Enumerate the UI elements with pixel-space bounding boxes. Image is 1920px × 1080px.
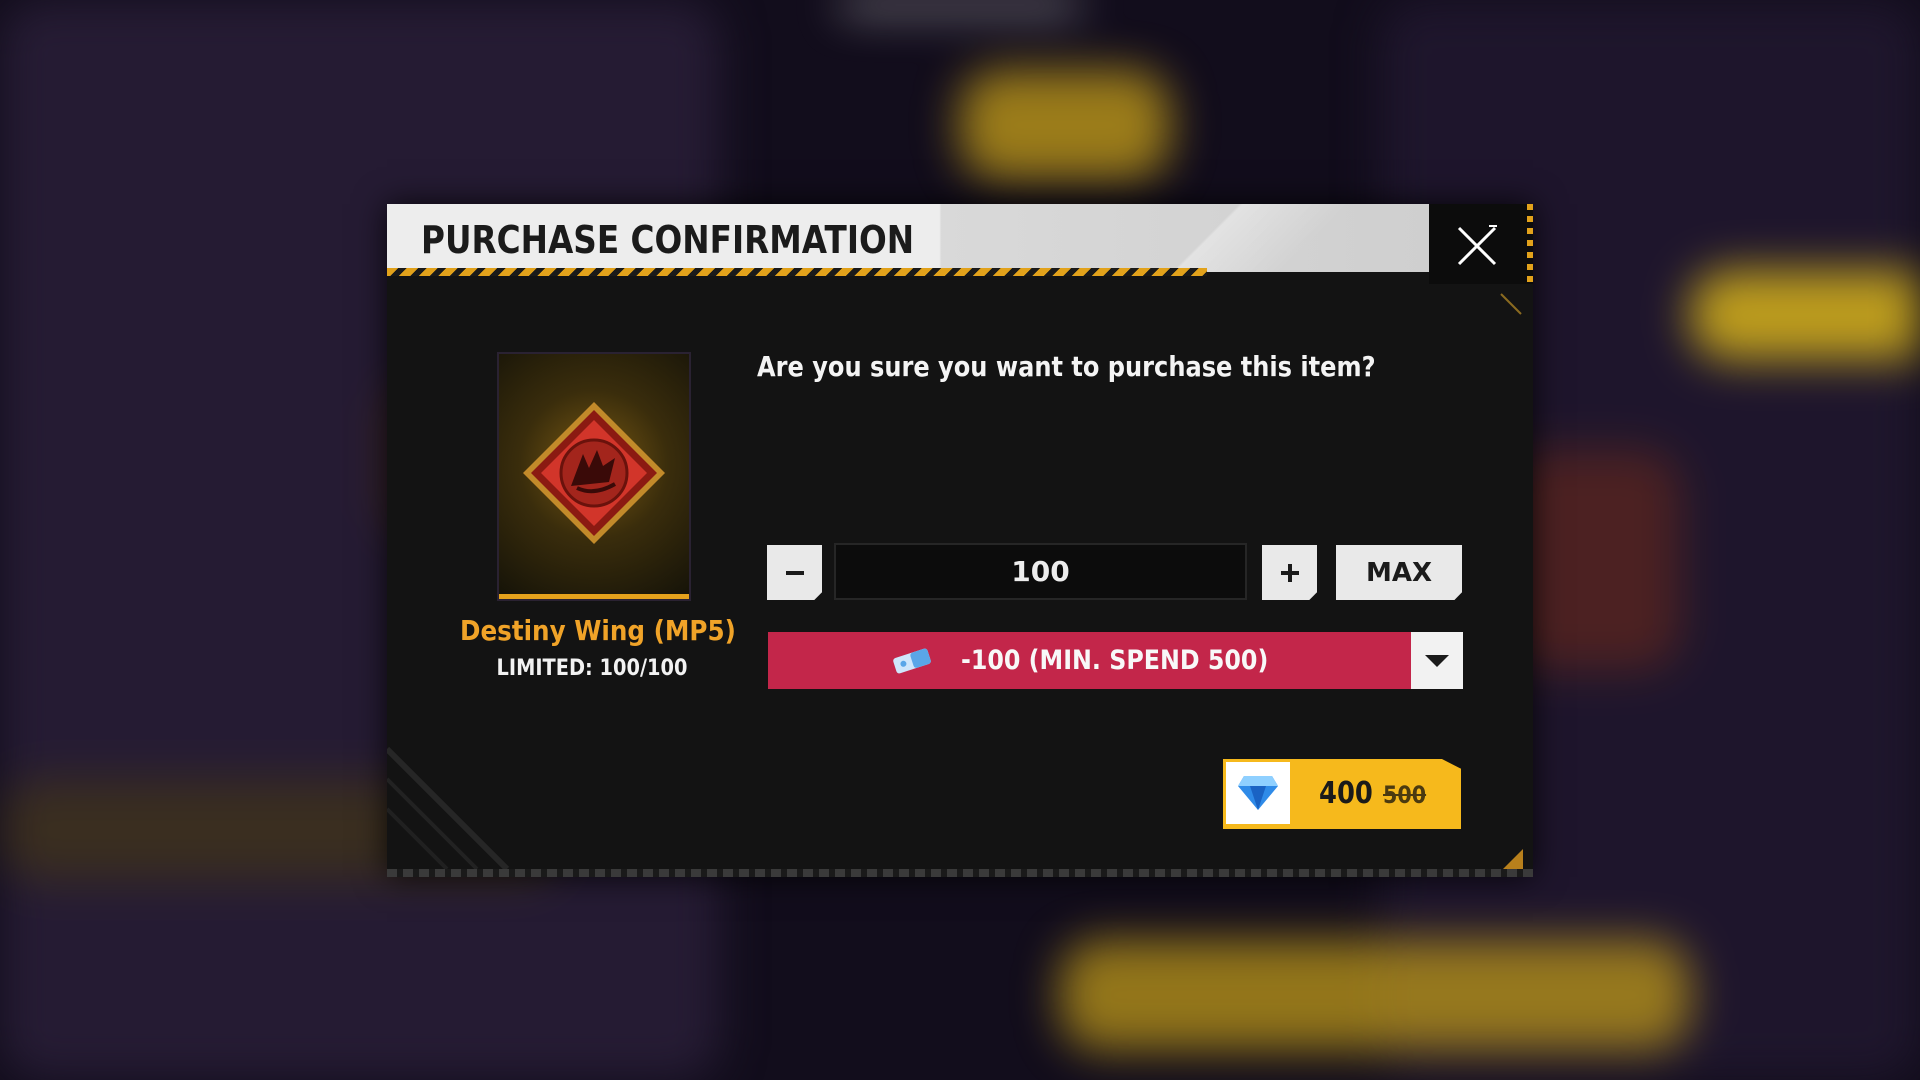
diamond-badge	[1226, 762, 1290, 824]
destiny-wing-emblem-icon	[523, 402, 665, 544]
item-limit: LIMITED: 100/100	[496, 656, 688, 681]
close-stripe	[1527, 204, 1533, 284]
voucher-selector[interactable]: -100 (MIN. SPEND 500)	[768, 632, 1411, 689]
quantity-field[interactable]: 100	[834, 543, 1247, 600]
corner-accent	[1501, 849, 1523, 871]
original-price: 500	[1383, 781, 1427, 809]
minus-icon	[785, 570, 804, 575]
max-quantity-button[interactable]: MAX	[1336, 545, 1462, 600]
voucher-dropdown-button[interactable]	[1411, 632, 1463, 689]
voucher-label: -100 (MIN. SPEND 500)	[960, 645, 1269, 676]
dialog-title: PURCHASE CONFIRMATION	[421, 218, 915, 262]
plus-icon	[1280, 563, 1299, 582]
item-card	[497, 352, 691, 601]
bottom-border	[387, 869, 1533, 877]
decorative-lines	[387, 746, 510, 869]
discounted-price: 400	[1319, 776, 1373, 811]
corner-decoration	[1500, 293, 1522, 315]
confirm-purchase-button[interactable]: 400 500	[1223, 759, 1461, 829]
diamond-icon	[1238, 776, 1278, 810]
confirmation-question: Are you sure you want to purchase this i…	[757, 350, 1376, 383]
purchase-confirmation-dialog: PURCHASE CONFIRMATION Destiny Wing (MP5)…	[387, 204, 1533, 877]
close-icon[interactable]	[1453, 222, 1501, 270]
hazard-stripe	[387, 268, 1207, 276]
increase-quantity-button[interactable]	[1262, 545, 1317, 600]
chevron-down-icon	[1425, 654, 1449, 667]
dialog-header: PURCHASE CONFIRMATION	[387, 204, 1429, 272]
close-button[interactable]	[1429, 204, 1533, 284]
item-name: Destiny Wing (MP5)	[460, 614, 736, 647]
voucher-ticket-icon	[893, 648, 931, 673]
decrease-quantity-button[interactable]	[767, 545, 822, 600]
